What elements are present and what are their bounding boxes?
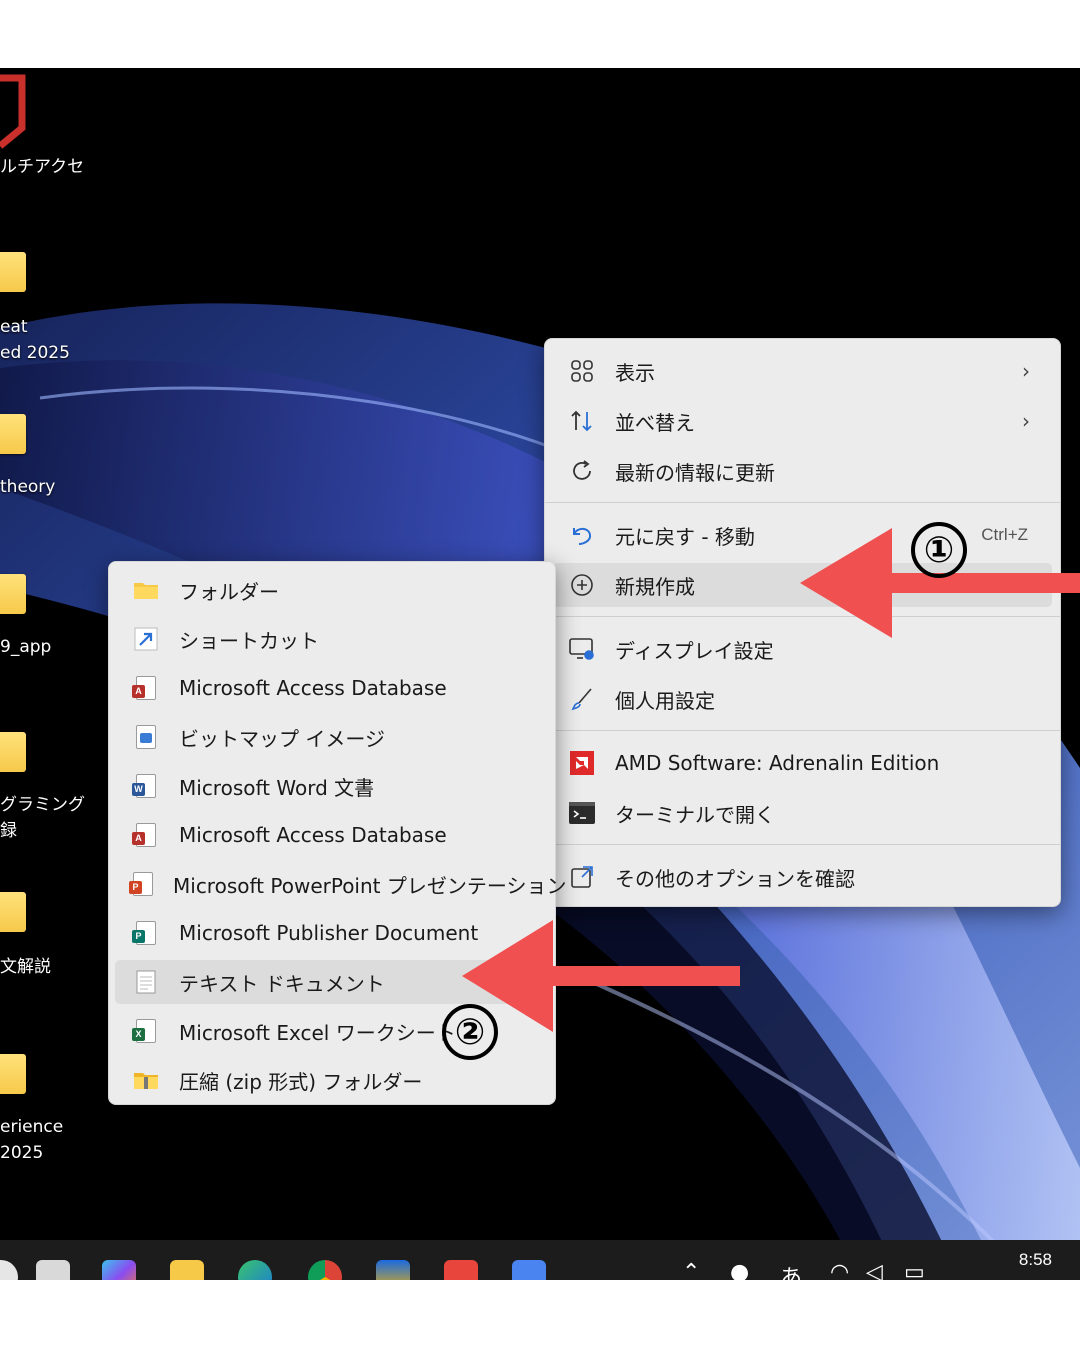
volume-icon[interactable]: ◁ <box>866 1260 883 1280</box>
wifi-icon[interactable]: ◠ <box>830 1260 849 1280</box>
translate-icon[interactable] <box>512 1260 546 1280</box>
chevron-up-icon[interactable]: ⌃ <box>682 1260 700 1280</box>
file-explorer-icon[interactable] <box>170 1260 204 1280</box>
battery-icon[interactable]: ▭ <box>904 1260 925 1280</box>
task-view-icon[interactable] <box>36 1260 70 1280</box>
arrow-2 <box>462 920 740 1032</box>
taskbar-clock[interactable]: 8:58 <box>1019 1250 1052 1270</box>
step-2-marker: ② <box>442 1004 498 1060</box>
step-1-marker: ① <box>911 522 967 578</box>
cloud-icon[interactable]: ● <box>730 1260 749 1280</box>
annotation-arrows <box>462 528 1080 1032</box>
app-icon[interactable] <box>376 1260 410 1280</box>
ime-indicator[interactable]: あ <box>780 1260 802 1280</box>
start-icon[interactable] <box>0 1260 18 1280</box>
edge-icon[interactable] <box>238 1260 272 1280</box>
chrome-icon[interactable] <box>308 1260 342 1280</box>
taskbar: ⌃ ● あ ◠ ◁ ▭ 8:58 <box>0 1240 1080 1280</box>
gmail-icon[interactable] <box>444 1260 478 1280</box>
desktop-screen: ルチアクセ eat ed 2025 theory 9_app グラミング 録 文… <box>0 68 1080 1280</box>
copilot-icon[interactable] <box>102 1260 136 1280</box>
